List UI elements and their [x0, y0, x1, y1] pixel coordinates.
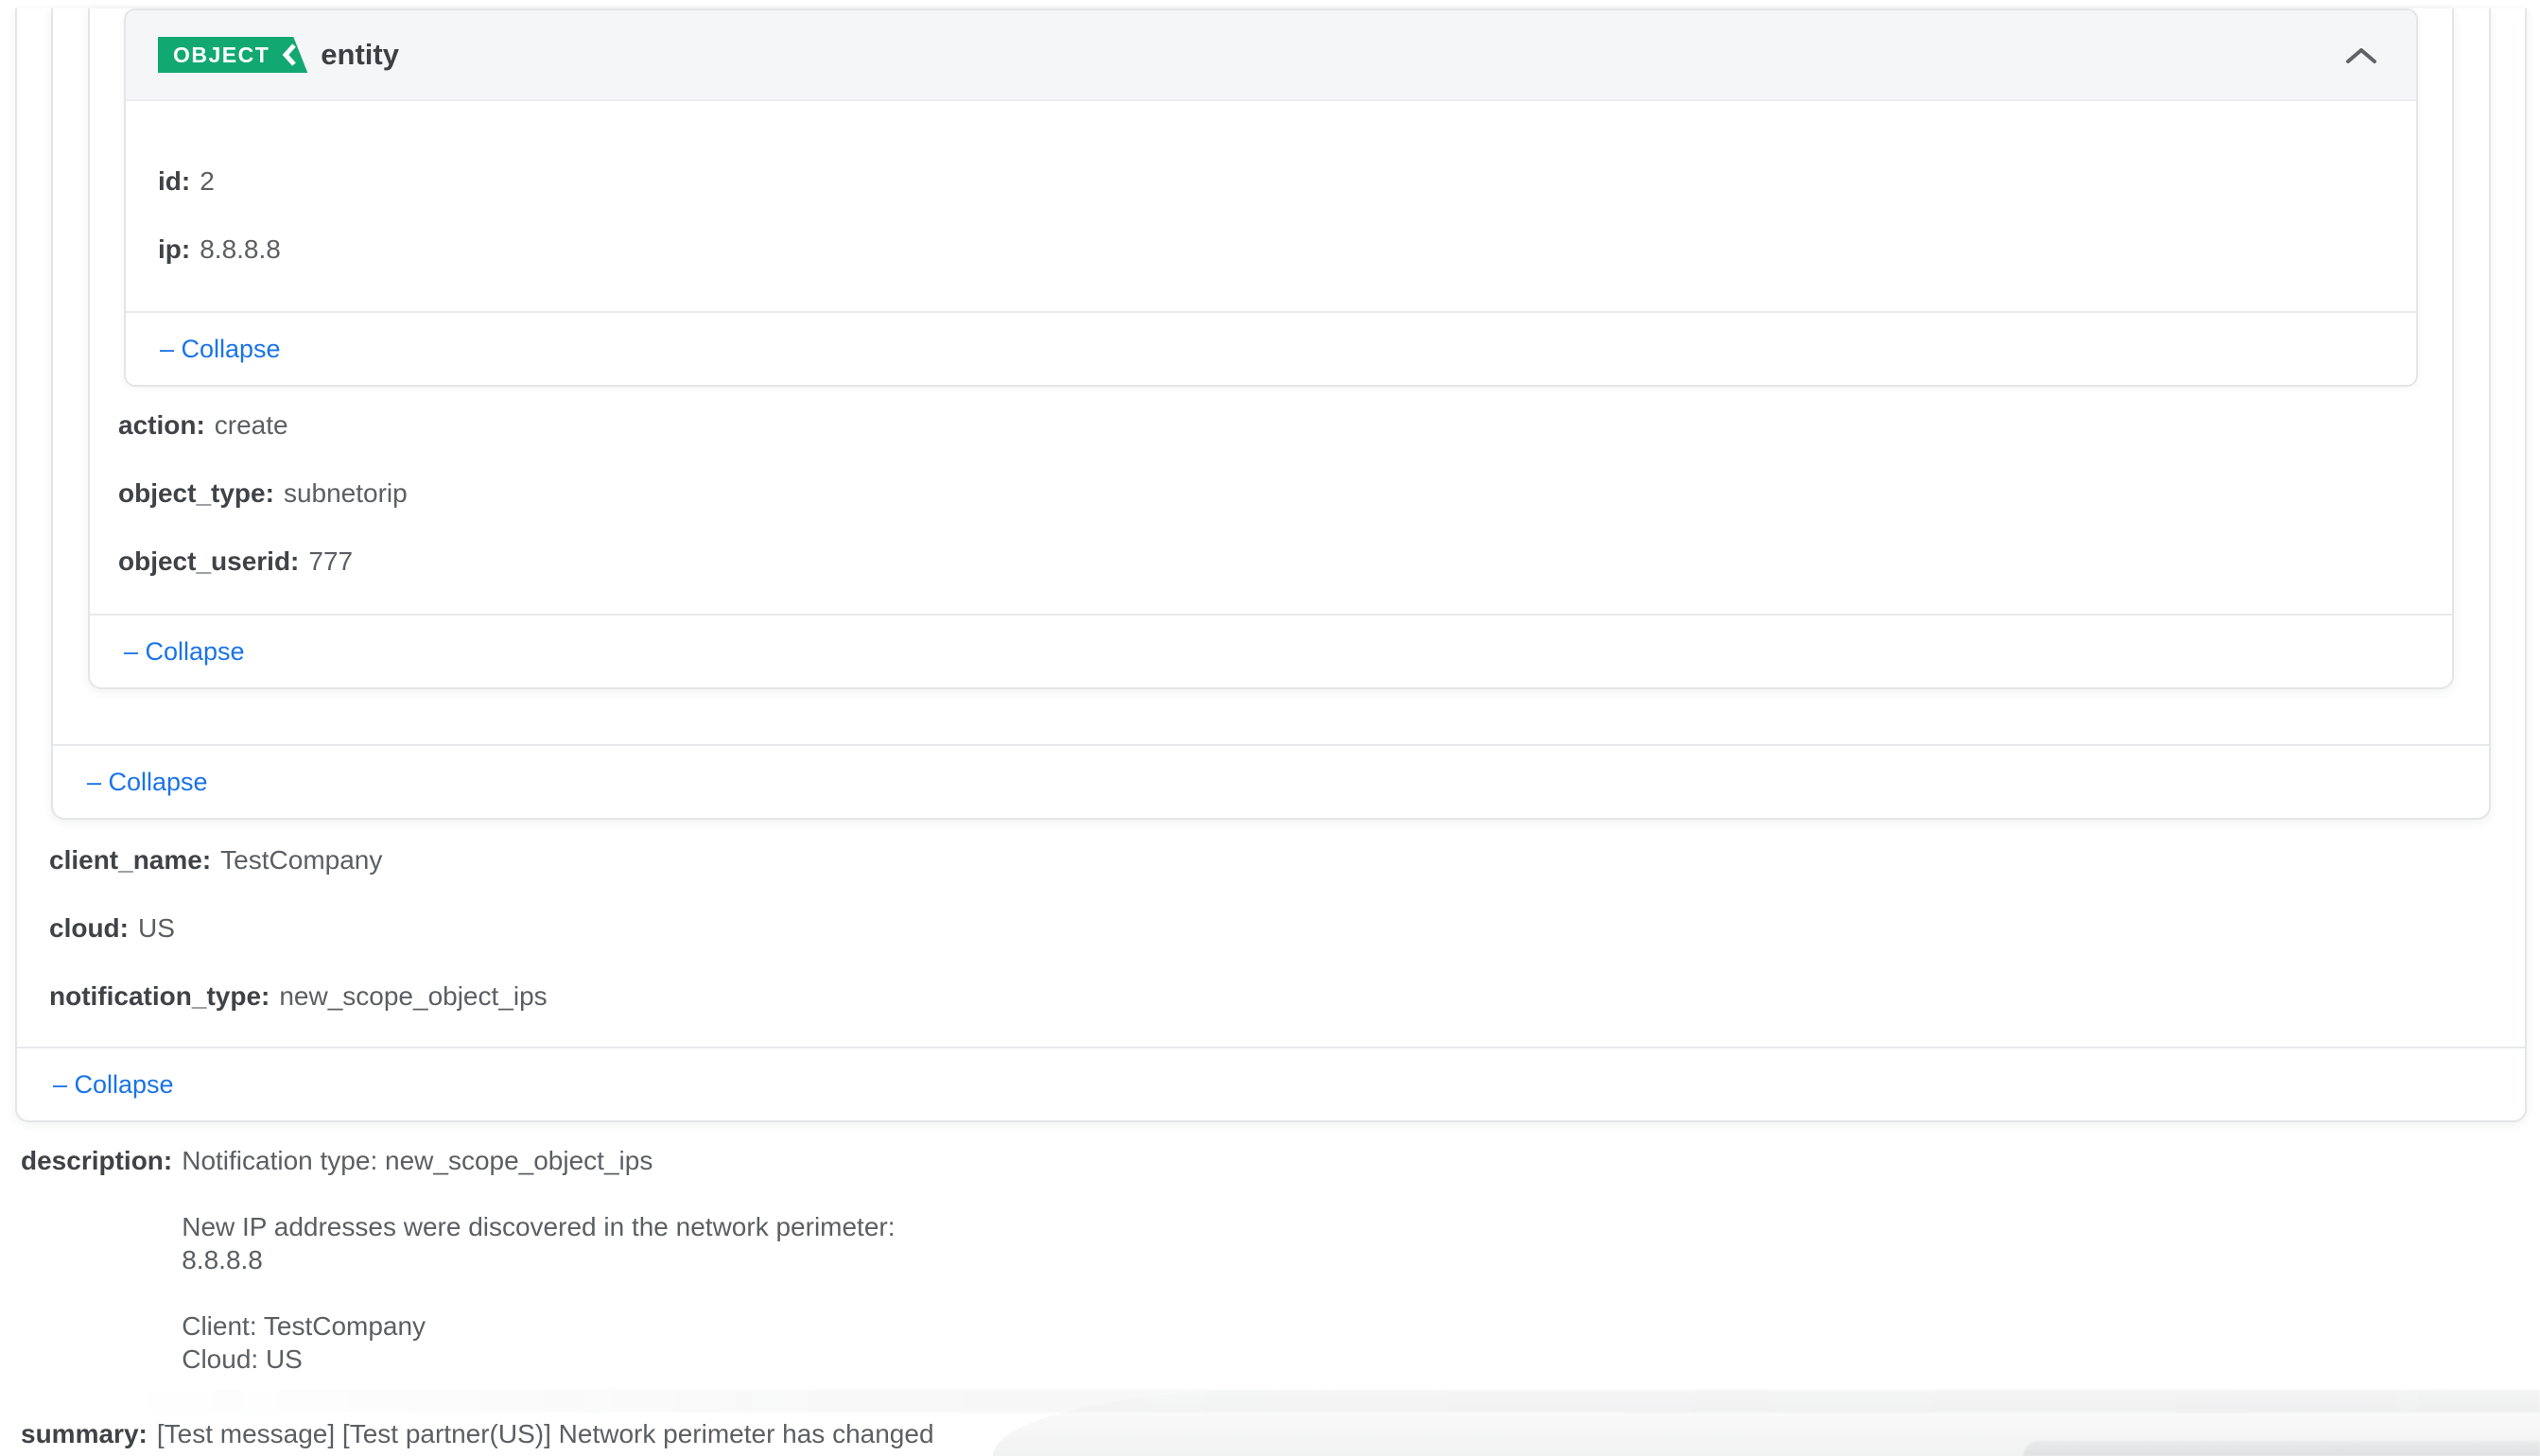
field-value: subnetorip: [284, 478, 408, 508]
scope-object-fields: action: create object_type: subnetorip obj…: [90, 387, 2452, 614]
field-value: 2: [200, 166, 215, 196]
entity-collapse-link[interactable]: – Collapse: [160, 335, 281, 364]
field-label: ip:: [158, 234, 190, 264]
entity-panel-header: OBJECT entity: [126, 10, 2416, 101]
field-value: 777: [308, 546, 353, 576]
notification-detail-page: OBJECT entity: [0, 0, 2540, 1456]
field-label: id:: [158, 166, 190, 196]
field-summary: summary: [Test message] [Test partner(US…: [21, 1417, 2540, 1450]
field-label: action:: [118, 410, 205, 440]
field-label: summary:: [21, 1417, 148, 1450]
notification-object-panel: OBJECT entity: [15, 9, 2527, 1122]
chevron-up-icon[interactable]: [2339, 39, 2384, 71]
field-description: description: Notification type: new_scop…: [21, 1144, 2540, 1376]
scope-object-panel-footer: – Collapse: [90, 614, 2452, 687]
wrapper-panel-footer: – Collapse: [53, 744, 2489, 818]
field-label: object_userid:: [118, 546, 299, 576]
field-cloud: cloud: US: [49, 914, 2493, 943]
entity-fields: id: 2 ip: 8.8.8.8: [126, 101, 2416, 311]
field-value: TestCompany: [220, 845, 382, 875]
field-value: 8.8.8.8: [200, 234, 281, 264]
field-value: create: [215, 410, 288, 440]
scope-object-collapse-link[interactable]: – Collapse: [124, 637, 245, 667]
badge-chevron-notch-icon: [282, 43, 296, 67]
field-object-userid: object_userid: 777: [118, 547, 2424, 576]
object-badge-label: OBJECT: [173, 43, 270, 68]
field-label: cloud:: [49, 913, 129, 943]
scope-object-panel: OBJECT entity: [88, 9, 2454, 689]
entity-object-panel: OBJECT entity: [124, 9, 2418, 387]
notification-panel-footer: – Collapse: [17, 1047, 2525, 1120]
field-action: action: create: [118, 411, 2424, 440]
field-notification-type: notification_type: new_scope_object_ips: [49, 982, 2493, 1011]
page-fields: description: Notification type: new_scop…: [0, 1122, 2540, 1450]
wrapper-collapse-link[interactable]: – Collapse: [87, 768, 208, 797]
summary-value: [Test message] [Test partner(US)] Networ…: [157, 1417, 934, 1450]
field-value: US: [138, 913, 175, 943]
entity-panel-footer: – Collapse: [126, 311, 2416, 385]
field-client-name: client_name: TestCompany: [49, 846, 2493, 875]
field-object-type: object_type: subnetorip: [118, 479, 2424, 508]
description-value: Notification type: new_scope_object_ips …: [182, 1144, 895, 1376]
field-value: new_scope_object_ips: [279, 981, 547, 1011]
panel-spacer: [53, 689, 2489, 744]
notification-collapse-link[interactable]: – Collapse: [53, 1070, 174, 1100]
field-ip: ip: 8.8.8.8: [158, 235, 2384, 264]
entity-title: entity: [321, 38, 399, 72]
field-label: object_type:: [118, 478, 274, 508]
field-label: notification_type:: [49, 981, 270, 1011]
object-type-badge: OBJECT: [158, 37, 307, 73]
field-label: client_name:: [49, 845, 211, 875]
wrapper-object-panel: OBJECT entity: [51, 9, 2491, 820]
notification-fields: client_name: TestCompany cloud: US notific…: [17, 820, 2525, 1047]
field-id: id: 2: [158, 167, 2384, 196]
field-label: description:: [21, 1144, 172, 1177]
